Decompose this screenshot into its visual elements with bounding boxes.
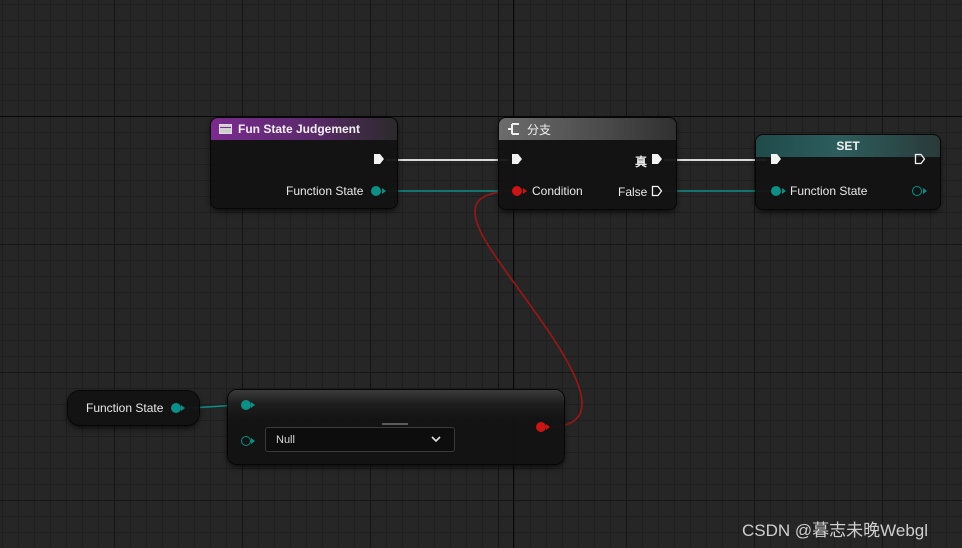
function-state-output-pin[interactable] (371, 186, 381, 196)
equal-input-b-pin[interactable] (241, 436, 251, 446)
branch-title: 分支 (527, 122, 552, 137)
exec-input-pin[interactable] (511, 153, 523, 165)
function-entry-header[interactable]: Fun State Judgement (211, 118, 397, 140)
true-output-label: 真 (635, 155, 648, 169)
pin-arrow-icon (251, 402, 255, 408)
wires-layer (180, 159, 773, 428)
branch-header[interactable]: 分支 (499, 118, 676, 140)
function-state-getter-node[interactable]: Function State (68, 391, 199, 425)
function-icon (219, 124, 232, 134)
pin-arrow-icon (782, 188, 786, 194)
set-function-state-label: Function State (790, 184, 868, 198)
function-entry-node[interactable]: Fun State Judgement Function State (211, 118, 397, 208)
pin-arrow-icon (382, 188, 386, 194)
grid-major-vertical (513, 0, 514, 548)
chevron-down-icon (431, 436, 441, 443)
set-exec-input-pin[interactable] (770, 153, 782, 165)
branch-icon (508, 123, 519, 135)
pin-arrow-icon (546, 424, 550, 430)
equal-enum-node[interactable]: Null (228, 390, 564, 464)
equal-input-a-pin[interactable] (241, 400, 251, 410)
watermark-text: CSDN @暮志未晚Webgl (742, 521, 929, 540)
set-exec-output-pin[interactable] (914, 153, 926, 165)
pin-arrow-icon (523, 188, 527, 194)
condition-input-pin[interactable] (512, 186, 522, 196)
set-node[interactable]: SET Function State (756, 135, 940, 209)
enum-value-text: Null (276, 434, 295, 446)
false-exec-output-pin[interactable] (651, 185, 663, 197)
set-header[interactable]: SET (756, 135, 940, 157)
enum-value-dropdown[interactable]: Null (265, 427, 455, 452)
function-state-output-label: Function State (286, 184, 364, 198)
grid-major-horizontal (0, 116, 962, 117)
condition-input-label: Condition (532, 184, 583, 198)
set-function-state-output-pin[interactable] (912, 186, 922, 196)
true-exec-output-pin[interactable] (651, 153, 663, 165)
exec-output-pin[interactable] (373, 153, 385, 165)
branch-node[interactable]: 分支 真 Condition False (499, 118, 676, 209)
getter-output-pin[interactable] (171, 403, 181, 413)
set-title: SET (836, 139, 860, 153)
pin-arrow-icon (923, 188, 927, 194)
function-entry-title: Fun State Judgement (238, 122, 361, 136)
set-function-state-input-pin[interactable] (771, 186, 781, 196)
false-output-label: False (618, 185, 648, 199)
pin-arrow-icon (181, 405, 185, 411)
getter-label: Function State (86, 401, 164, 415)
equal-bool-output-pin[interactable] (536, 422, 546, 432)
pin-arrow-icon (251, 438, 255, 444)
